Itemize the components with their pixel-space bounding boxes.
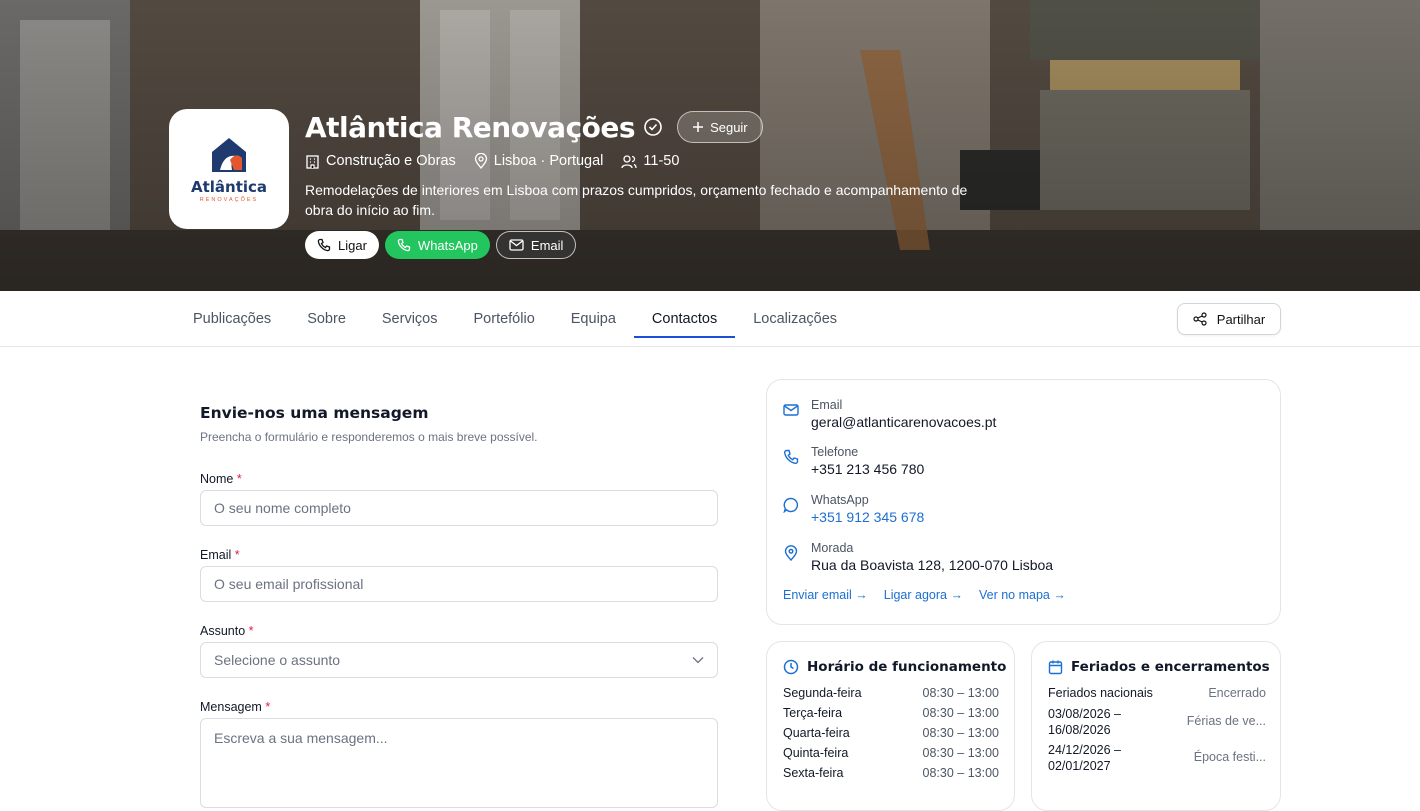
hours-row: Segunda-feira 08:30 – 13:00 <box>783 686 999 700</box>
tab-localizacoes[interactable]: Localizações <box>735 291 855 347</box>
holidays-card: Feriados e encerramentos Feriados nacion… <box>1031 641 1281 811</box>
follow-button[interactable]: Seguir <box>677 111 763 143</box>
company-description: Remodelações de interiores em Lisboa com… <box>305 182 968 218</box>
people-icon <box>621 154 638 168</box>
building-icon <box>306 154 319 169</box>
contact-address-value: Rua da Boavista 128, 1200-070 Lisboa <box>811 557 1054 573</box>
message-placeholder: Escreva a sua mensagem... <box>214 730 388 746</box>
location-pin-icon <box>474 153 487 169</box>
name-placeholder: O seu nome completo <box>214 500 351 516</box>
contact-email-label: Email <box>811 398 843 412</box>
subject-select[interactable]: Selecione o assunto <box>200 642 718 678</box>
share-label: Partilhar <box>1216 311 1266 327</box>
name-label: Nome * <box>200 472 242 486</box>
mail-icon <box>509 239 524 251</box>
contact-address-label: Morada <box>811 541 854 555</box>
contact-info-card: Email geral@atlanticarenovacoes.pt Telef… <box>766 379 1281 625</box>
follow-label: Seguir <box>710 119 748 135</box>
chevron-down-icon <box>692 657 704 664</box>
form-title: Envie-nos uma mensagem <box>200 404 429 422</box>
calendar-icon <box>1048 660 1063 675</box>
form-subtitle: Preencha o formulário e responderemos o … <box>200 430 538 444</box>
company-logo: Atlântica RENOVAÇÕES <box>169 109 289 229</box>
tab-contactos[interactable]: Contactos <box>633 291 736 347</box>
holiday-row: 03/08/2026 – 16/08/2026 Férias de ve... <box>1048 707 1266 737</box>
subject-label: Assunto * <box>200 624 254 638</box>
contact-email-value[interactable]: geral@atlanticarenovacoes.pt <box>811 414 996 430</box>
call-label: Ligar <box>338 237 367 253</box>
email-placeholder: O seu email profissional <box>214 576 364 592</box>
cover-banner: Atlântica RENOVAÇÕES Atlântica Renovaçõe… <box>0 0 1420 291</box>
whatsapp-label: WhatsApp <box>417 237 478 253</box>
clock-icon <box>783 659 799 675</box>
message-textarea[interactable]: Escreva a sua mensagem... <box>200 718 718 808</box>
hours-title: Horário de funcionamento <box>807 659 1007 675</box>
view-map-link[interactable]: Ver no mapa → <box>979 588 1066 602</box>
name-input[interactable]: O seu nome completo <box>200 490 718 526</box>
phone-icon <box>783 449 799 465</box>
hours-row: Terça-feira 08:30 – 13:00 <box>783 706 999 720</box>
contact-form: Envie-nos uma mensagem Preencha o formul… <box>200 404 718 808</box>
location-pin-icon <box>784 545 798 561</box>
tab-publicacoes[interactable]: Publicações <box>175 291 289 347</box>
email-label: Email <box>530 237 564 253</box>
tab-portefolio[interactable]: Portefólio <box>456 291 553 347</box>
call-now-link[interactable]: Ligar agora → <box>884 588 963 602</box>
send-email-link[interactable]: Enviar email → <box>783 588 868 602</box>
logo-text: Atlântica <box>190 177 268 196</box>
share-button[interactable]: Partilhar <box>1177 303 1281 335</box>
mail-icon <box>783 404 799 416</box>
whatsapp-button[interactable]: WhatsApp <box>384 231 490 259</box>
holiday-row: Feriados nacionais Encerrado <box>1048 686 1266 700</box>
contact-phone-value[interactable]: +351 213 456 780 <box>811 461 924 477</box>
phone-icon <box>397 238 411 252</box>
verified-icon <box>643 117 663 137</box>
contact-phone-label: Telefone <box>811 445 859 459</box>
tab-sobre[interactable]: Sobre <box>289 291 364 347</box>
tab-equipa[interactable]: Equipa <box>553 291 634 347</box>
hours-row: Sexta-feira 08:30 – 13:00 <box>783 766 999 780</box>
logo-mark-icon <box>212 137 246 172</box>
tab-servicos[interactable]: Serviços <box>364 291 456 347</box>
call-button[interactable]: Ligar <box>305 231 379 259</box>
email-button[interactable]: Email <box>495 231 577 259</box>
profile-tabs: Publicações Sobre Serviços Portefólio Eq… <box>175 291 855 347</box>
message-label: Mensagem * <box>200 700 271 714</box>
contact-whatsapp-link[interactable]: +351 912 345 678 <box>811 509 924 525</box>
logo-subtext: RENOVAÇÕES <box>199 196 259 203</box>
holidays-title: Feriados e encerramentos <box>1071 659 1270 675</box>
company-name: Atlântica Renovações <box>305 110 636 144</box>
share-icon <box>1193 312 1207 326</box>
chat-bubble-icon <box>783 497 799 513</box>
company-category: Construção e Obras <box>326 153 456 169</box>
subject-placeholder: Selecione o assunto <box>214 652 341 668</box>
hours-row: Quarta-feira 08:30 – 13:00 <box>783 726 999 740</box>
contact-whatsapp-label: WhatsApp <box>811 493 869 507</box>
phone-icon <box>317 238 331 252</box>
hours-row: Quinta-feira 08:30 – 13:00 <box>783 746 999 760</box>
company-location: Lisboa · Portugal <box>493 153 604 169</box>
company-size: 11-50 <box>643 153 680 169</box>
email-input[interactable]: O seu email profissional <box>200 566 718 602</box>
email-field-label: Email * <box>200 548 240 562</box>
holiday-row: 24/12/2026 – 02/01/2027 Época festi... <box>1048 743 1266 773</box>
plus-icon <box>693 122 704 132</box>
opening-hours-card: Horário de funcionamento Segunda-feira 08… <box>766 641 1015 811</box>
profile-tabs-bar: Publicações Sobre Serviços Portefólio Eq… <box>0 291 1420 347</box>
